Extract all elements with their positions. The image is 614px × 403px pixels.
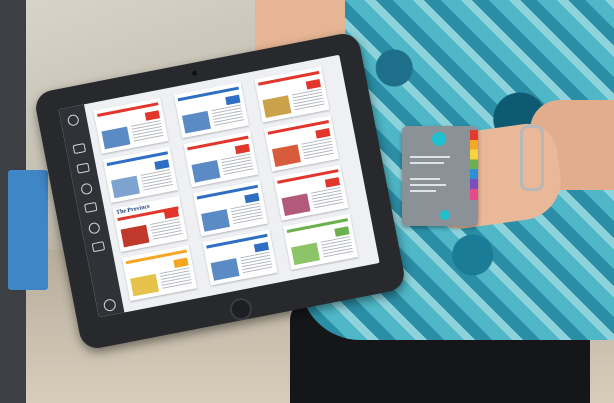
photo-scene: The Province [0,0,614,403]
headline-accent [244,192,260,204]
bracelet [520,125,544,191]
article-text-lines [310,186,344,211]
newspaper-thumbnail[interactable] [102,146,179,203]
headline-accent [315,128,331,139]
article-text-lines [291,88,325,113]
article-text-lines [220,153,254,177]
newspaper-thumbnail[interactable]: The Province [112,195,188,253]
newspaper-thumbnail[interactable] [93,97,169,154]
headline-accent [334,226,350,237]
front-page-photo [272,144,301,167]
front-page-photo [201,209,231,232]
headline-accent [154,159,170,170]
article-text-lines [240,251,273,276]
front-page-photo [191,159,221,183]
card-color-stripes [470,130,478,200]
headline-accent [234,143,251,155]
home-button[interactable] [228,296,254,323]
headline-accent [173,257,189,269]
newspaper-thumbnail[interactable] [282,213,359,270]
card-text-line [410,190,436,192]
headline-accent [225,94,241,106]
camera-icon [191,70,198,77]
card-text-line [410,156,450,158]
download-icon[interactable] [80,182,94,196]
headline-accent [305,78,321,90]
newspaper-grid: The Province [93,64,373,307]
front-page-photo [262,95,292,118]
article-text-lines [301,137,335,162]
user-icon[interactable] [91,241,106,253]
library-icon[interactable] [72,143,87,155]
tablet-screen: The Province [58,54,380,318]
front-page-photo [120,224,150,248]
card-text-line [410,178,440,180]
article-text-lines [130,120,164,144]
newspaper-thumbnail[interactable] [273,164,349,221]
library-card [402,126,478,226]
blue-object [8,170,48,290]
newspaper-thumbnail[interactable] [254,66,330,123]
headline-accent [144,110,160,121]
newspaper-thumbnail[interactable] [192,180,269,237]
article-text-lines [159,267,193,291]
front-page-photo [101,126,131,150]
article-text-lines [211,104,245,128]
front-page-photo [210,258,240,281]
card-text-line [410,162,444,164]
card-logo-small-icon [440,210,450,220]
bookmark-icon[interactable] [76,162,90,174]
newspaper-thumbnail[interactable] [202,229,278,286]
front-page-photo [291,242,321,266]
article-text-lines [320,236,354,260]
home-icon[interactable] [102,298,117,313]
front-page-photo [181,110,211,134]
article-text-lines [230,202,264,226]
article-text-lines [150,218,183,242]
article-text-lines [140,169,174,193]
card-text-line [410,184,446,186]
menu-icon[interactable] [66,113,80,127]
headline-accent [253,241,270,253]
front-page-photo [130,273,160,297]
newspaper-thumbnail[interactable] [183,131,259,188]
front-page-photo [111,175,140,199]
share-icon[interactable] [87,221,101,235]
card-logo-icon [432,132,446,146]
newspaper-thumbnail[interactable] [121,244,198,302]
headline-accent [324,177,341,188]
settings-icon[interactable] [84,201,98,214]
headline-accent [163,208,180,219]
newspaper-thumbnail[interactable] [263,115,340,172]
front-page-photo [281,193,311,217]
newspaper-thumbnail[interactable] [173,82,249,139]
